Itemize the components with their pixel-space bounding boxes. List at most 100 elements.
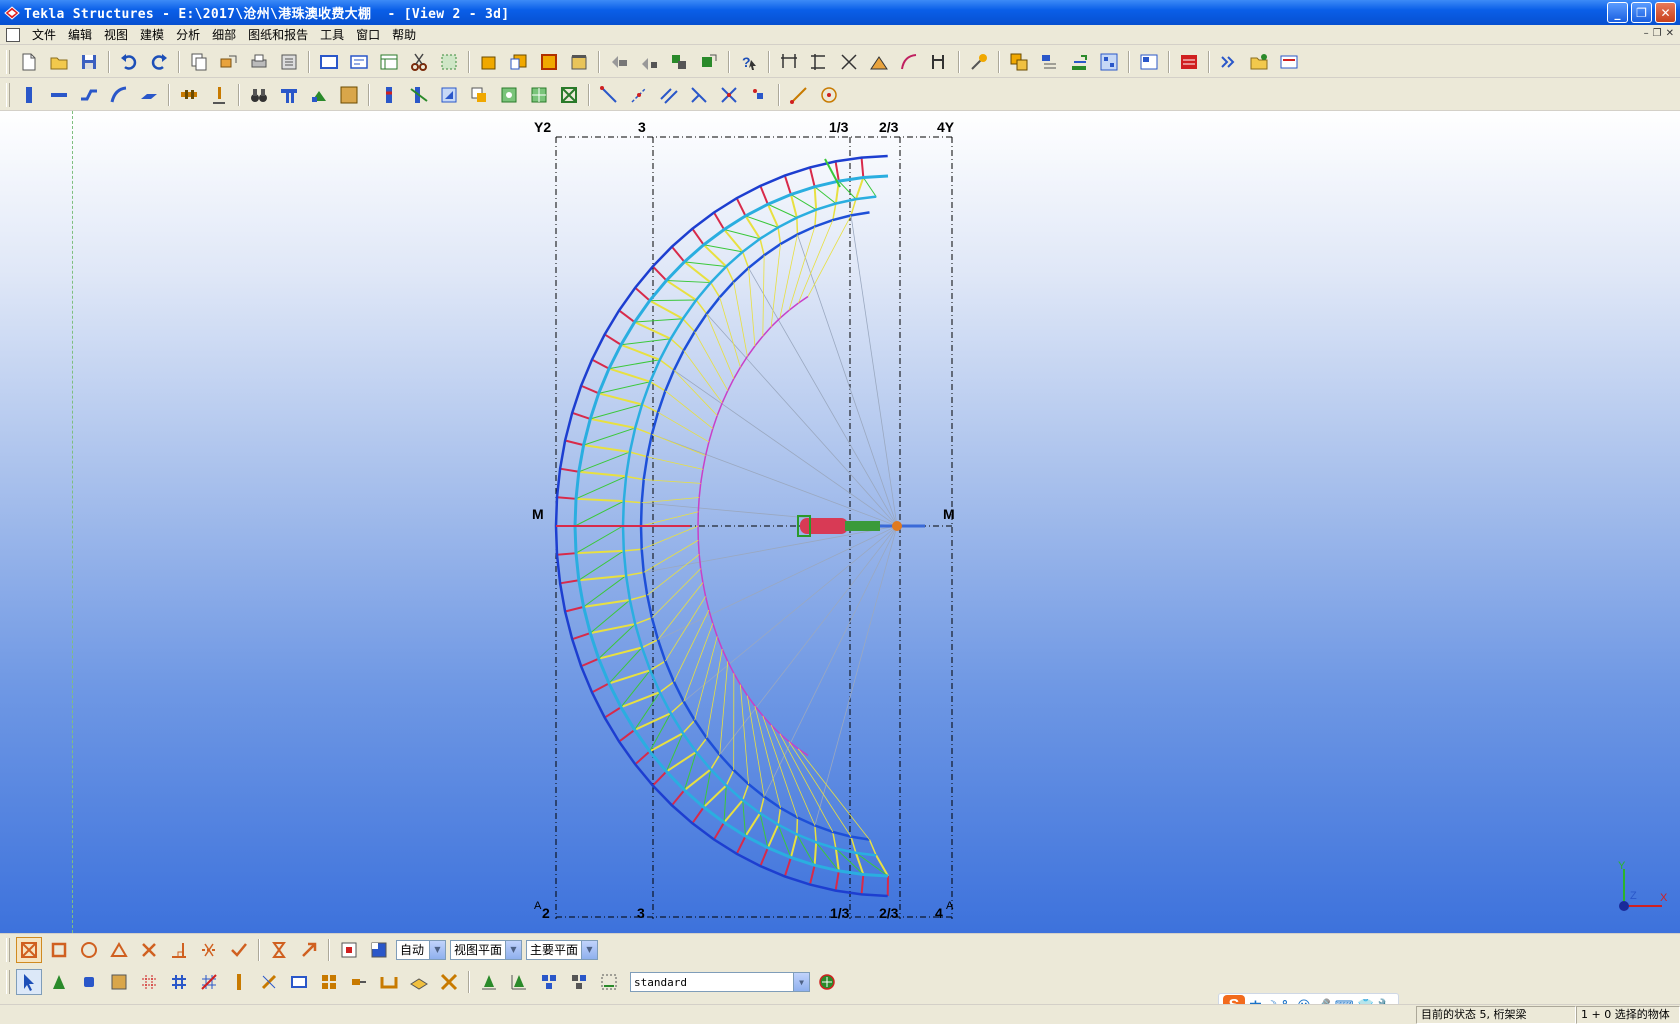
web-member[interactable] — [578, 574, 627, 582]
purlin-member[interactable] — [604, 706, 622, 719]
polybeam-icon[interactable] — [76, 82, 102, 108]
select-component-icon[interactable] — [506, 969, 532, 995]
move-icon[interactable] — [216, 49, 242, 75]
web-member[interactable] — [629, 594, 648, 601]
layout-icon[interactable] — [376, 49, 402, 75]
select-tool-icon[interactable] — [596, 969, 622, 995]
menu-modeling[interactable]: 建模 — [134, 25, 170, 45]
purlin-member[interactable] — [634, 286, 651, 302]
menu-analysis[interactable]: 分析 — [170, 25, 206, 45]
components-icon[interactable] — [276, 82, 302, 108]
part-exact-icon[interactable] — [566, 49, 592, 75]
web-member[interactable] — [788, 226, 816, 311]
organizer-icon[interactable] — [1136, 49, 1162, 75]
web-member[interactable] — [759, 796, 765, 814]
measure-horizontal-icon[interactable] — [776, 49, 802, 75]
purlin-member[interactable] — [691, 806, 705, 824]
purlin-member[interactable] — [559, 579, 580, 585]
close-button[interactable]: ✕ — [1655, 2, 1676, 23]
web-member[interactable] — [832, 203, 837, 221]
mdi-minimize-button[interactable]: – — [1644, 28, 1649, 39]
web-member[interactable] — [575, 549, 624, 555]
support-cable[interactable] — [651, 433, 898, 527]
measure-angle-icon[interactable] — [836, 49, 862, 75]
search-binoculars-icon[interactable] — [246, 82, 272, 108]
snap-geometry-icon[interactable] — [76, 937, 102, 963]
support-cable[interactable] — [814, 525, 898, 826]
select-points-icon[interactable] — [46, 969, 72, 995]
diagonal-member[interactable] — [608, 359, 660, 370]
select-assembly-icon[interactable] — [376, 969, 402, 995]
purlin-member[interactable] — [652, 770, 668, 787]
point-intersect-icon[interactable] — [716, 82, 742, 108]
purlin-member[interactable] — [834, 870, 840, 891]
new-model-icon[interactable] — [16, 49, 42, 75]
solid-icon[interactable] — [476, 49, 502, 75]
part-outline-icon[interactable] — [536, 49, 562, 75]
web-member[interactable] — [742, 783, 750, 801]
tekla-warehouse-icon[interactable] — [1176, 49, 1202, 75]
web-member[interactable] — [706, 649, 723, 739]
web-member[interactable] — [625, 571, 644, 577]
diagonal-member[interactable] — [814, 186, 837, 204]
select-all-icon[interactable] — [16, 969, 42, 995]
diagonal-member[interactable] — [598, 381, 651, 394]
web-member[interactable] — [578, 470, 627, 478]
web-member[interactable] — [649, 660, 666, 671]
web-member[interactable] — [641, 403, 659, 413]
web-member[interactable] — [762, 715, 798, 818]
purlin-member[interactable] — [564, 439, 584, 447]
select-cuts-icon[interactable] — [226, 969, 252, 995]
web-member[interactable] — [813, 186, 818, 210]
purlin-member[interactable] — [580, 657, 600, 668]
menu-drawings-reports[interactable]: 图纸和报告 — [242, 25, 314, 45]
web-member[interactable] — [651, 568, 702, 619]
pin-icon[interactable] — [966, 49, 992, 75]
catalog-icon[interactable] — [1276, 49, 1302, 75]
curved-beam-icon[interactable] — [106, 82, 132, 108]
web-member[interactable] — [695, 299, 708, 315]
purlin-member[interactable] — [713, 822, 725, 840]
bolt-icon[interactable] — [176, 82, 202, 108]
purlin-member[interactable] — [564, 605, 584, 613]
select-object-in-component-icon[interactable] — [476, 969, 502, 995]
purlin-member[interactable] — [735, 197, 747, 217]
purlin-member[interactable] — [671, 789, 686, 806]
web-member[interactable] — [649, 381, 666, 392]
web-member[interactable] — [797, 748, 870, 840]
diagonal-member[interactable] — [666, 279, 711, 284]
web-member[interactable] — [649, 299, 684, 320]
web-member[interactable] — [625, 475, 644, 481]
web-member[interactable] — [739, 684, 749, 785]
select-box-icon[interactable] — [436, 49, 462, 75]
views-list-icon[interactable] — [346, 49, 372, 75]
diagonal-member[interactable] — [862, 177, 877, 197]
measure-bolt-icon[interactable] — [926, 49, 952, 75]
web-member[interactable] — [762, 255, 765, 337]
web-member[interactable] — [623, 548, 642, 552]
web-member[interactable] — [742, 251, 750, 269]
select-bolts-icon[interactable] — [286, 969, 312, 995]
mdi-restore-button[interactable]: ❐ — [1653, 28, 1662, 39]
menu-view[interactable]: 视图 — [98, 25, 134, 45]
model-view-3d[interactable]: Y2 3 1/3 2/3 4Y 2 3 1/3 2/3 4 M M A A Y … — [0, 111, 1680, 933]
snap-reference-icon[interactable] — [46, 937, 72, 963]
select-grid-icon[interactable] — [136, 969, 162, 995]
central-cable-support[interactable] — [797, 515, 925, 537]
purlin-member[interactable] — [618, 729, 636, 743]
diagonal-member[interactable] — [583, 427, 636, 446]
open-folder-icon[interactable] — [1246, 49, 1272, 75]
web-member[interactable] — [657, 411, 710, 443]
document-icon[interactable] — [6, 27, 20, 42]
purlin-member[interactable] — [713, 212, 725, 230]
diagonal-member[interactable] — [575, 525, 624, 554]
snap-plane-icon[interactable] — [366, 937, 392, 963]
select-nested-icon[interactable] — [566, 969, 592, 995]
web-member[interactable] — [725, 266, 735, 283]
plate-icon[interactable] — [136, 82, 162, 108]
properties-icon[interactable] — [276, 49, 302, 75]
polygon-cut-icon[interactable] — [436, 82, 462, 108]
web-member[interactable] — [875, 854, 889, 877]
purlin-member[interactable] — [759, 185, 769, 205]
zoom-previous-icon[interactable] — [636, 49, 662, 75]
